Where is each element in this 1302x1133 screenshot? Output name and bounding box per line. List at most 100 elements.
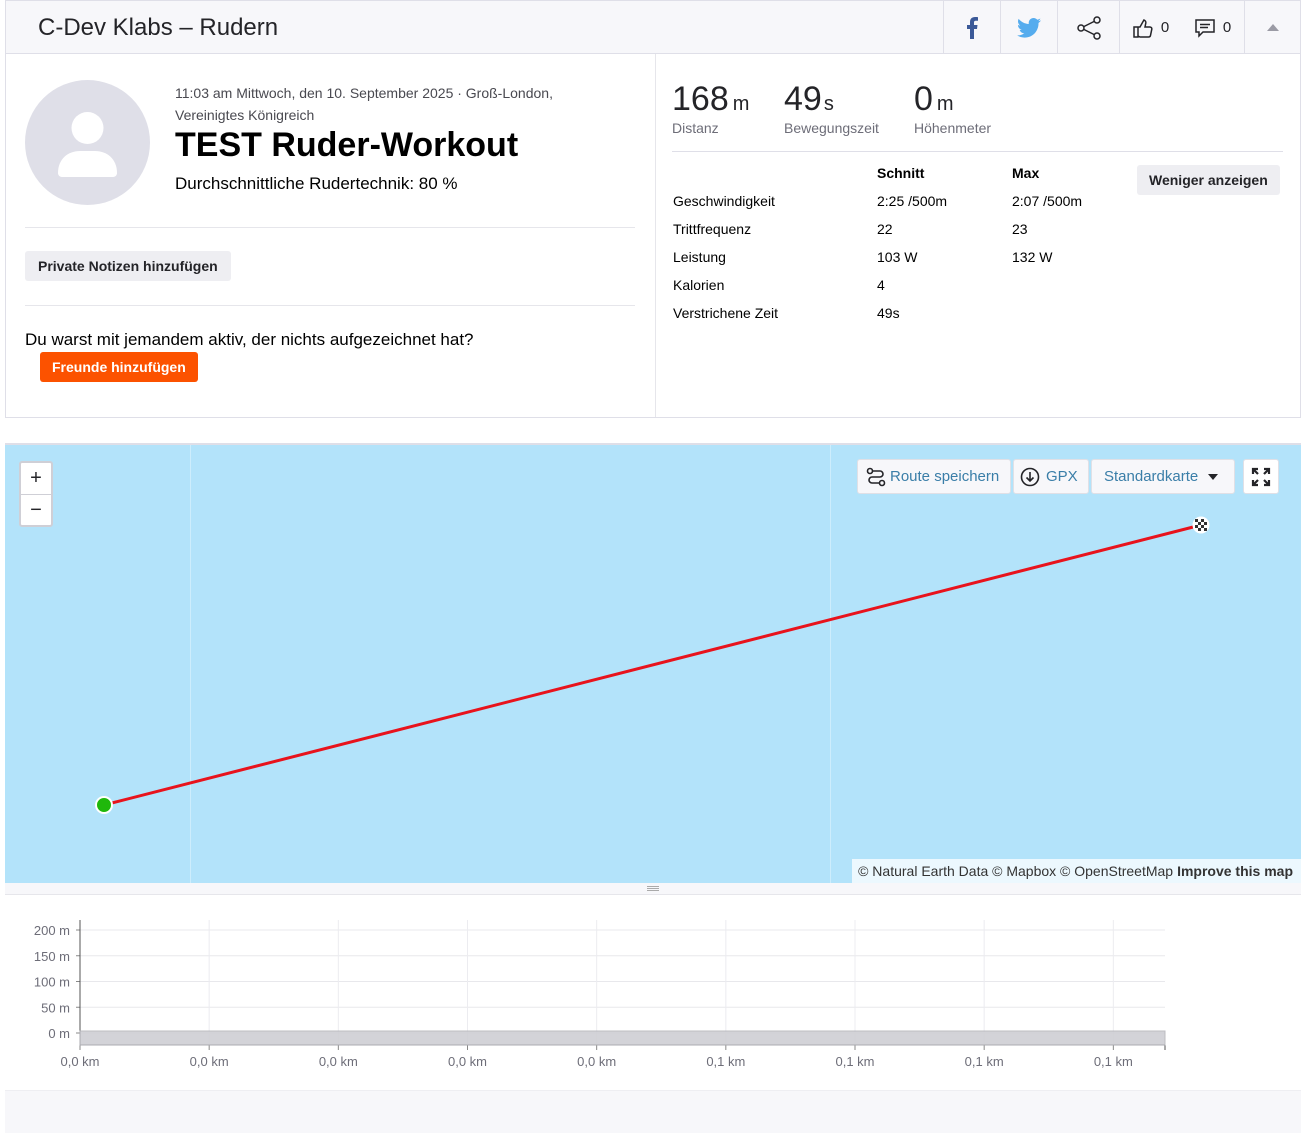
- table-row: Verstrichene Zeit 49s: [672, 305, 1132, 333]
- comments-button[interactable]: 0: [1182, 1, 1244, 54]
- y-tick-label: 150 m: [34, 949, 70, 964]
- x-tick-label: 0,0 km: [60, 1054, 99, 1069]
- x-tick-label: 0,1 km: [965, 1054, 1004, 1069]
- x-tick-label: 0,0 km: [448, 1054, 487, 1069]
- technique-score: Durchschnittliche Rudertechnik: 80 %: [175, 174, 458, 193]
- table-row: Leistung 103 W 132 W: [672, 249, 1132, 277]
- activity-header: C-Dev Klabs – Rudern 0 0: [5, 0, 1301, 54]
- row-label: Leistung: [673, 249, 726, 265]
- y-tick-label: 200 m: [34, 923, 70, 938]
- row-max: 23: [1012, 221, 1028, 237]
- map-type-dropdown[interactable]: Standardkarte: [1091, 459, 1235, 494]
- route-line: [103, 523, 1202, 807]
- row-max: 2:07 /500m: [1012, 193, 1083, 209]
- table-header-row: Schnitt Max: [672, 165, 1132, 193]
- row-max: 132 W: [1012, 249, 1053, 265]
- facebook-icon: [967, 16, 978, 39]
- fullscreen-button[interactable]: [1243, 459, 1279, 494]
- x-tick-label: 0,0 km: [190, 1054, 229, 1069]
- stat-unit: m: [936, 93, 954, 115]
- add-private-notes-button[interactable]: Private Notizen hinzufügen: [25, 251, 231, 281]
- y-tick-label: 0 m: [48, 1026, 70, 1041]
- stat-elevation: 0m Höhenmeter: [914, 80, 991, 136]
- zoom-out-button[interactable]: −: [21, 494, 51, 525]
- row-avg: 22: [877, 221, 893, 237]
- table-row: Trittfrequenz 22 23: [672, 221, 1132, 249]
- user-silhouette-icon: [58, 112, 117, 177]
- footer-strip: [5, 1090, 1301, 1133]
- row-label: Geschwindigkeit: [673, 193, 775, 209]
- stat-label: Höhenmeter: [914, 120, 992, 136]
- activity-meta: 11:03 am Mittwoch, den 10. September 202…: [175, 85, 553, 123]
- finish-marker[interactable]: [1192, 516, 1210, 534]
- show-less-button[interactable]: Weniger anzeigen: [1137, 165, 1280, 195]
- activity-summary: 11:03 am Mittwoch, den 10. September 202…: [5, 54, 1301, 418]
- column-header-avg: Schnitt: [877, 165, 925, 181]
- divider: [25, 227, 635, 228]
- row-label: Verstrichene Zeit: [673, 305, 779, 321]
- activity-title: TEST Ruder-Workout: [175, 126, 519, 164]
- download-icon: [1020, 467, 1040, 486]
- save-route-label: Route speichern: [890, 468, 1000, 485]
- row-avg: 103 W: [877, 249, 918, 265]
- save-route-button[interactable]: Route speichern: [857, 459, 1011, 494]
- more-stats-table: Schnitt Max Geschwindigkeit 2:25 /500m 2…: [672, 165, 1132, 333]
- route-map[interactable]: + − Route speichern GPX Standardkarte © …: [5, 443, 1301, 883]
- divider: [672, 151, 1283, 152]
- comment-icon: [1195, 18, 1215, 38]
- elevation-area: [79, 1030, 1166, 1046]
- table-row: Kalorien 4: [672, 277, 1132, 305]
- avatar[interactable]: [25, 80, 150, 205]
- kudos-button[interactable]: 0: [1119, 1, 1182, 54]
- elevation-chart-svg: 200 m 150 m 100 m 50 m 0 m 0,0 km 0,0 km 0,0 km…: [34, 920, 1166, 1069]
- row-label: Kalorien: [673, 277, 725, 293]
- row-avg: 49s: [877, 305, 900, 321]
- stat-moving-time: 49 s Bewegungszeit: [784, 80, 879, 136]
- map-attribution: © Natural Earth Data © Mapbox © OpenStre…: [852, 859, 1301, 883]
- map-resize-bar[interactable]: [5, 883, 1301, 895]
- attribution-text: © Natural Earth Data © Mapbox © OpenStre…: [858, 863, 1174, 879]
- kudos-count: 0: [1160, 19, 1170, 36]
- x-tick-label: 0,0 km: [319, 1054, 358, 1069]
- divider: [25, 305, 635, 306]
- elevation-chart: 200 m 150 m 100 m 50 m 0 m 0,0 km 0,0 km 0,0 km…: [5, 895, 1301, 1090]
- page-title: C-Dev Klabs – Rudern: [38, 14, 279, 41]
- table-row: Geschwindigkeit 2:25 /500m 2:07 /500m: [672, 193, 1132, 221]
- stat-value: 168: [672, 80, 729, 118]
- panel-divider: [655, 54, 656, 417]
- fullscreen-icon: [1251, 467, 1271, 486]
- y-tick-label: 100 m: [34, 975, 70, 990]
- start-marker[interactable]: [95, 796, 113, 814]
- thumbs-up-icon: [1133, 18, 1153, 38]
- x-tick-label: 0,0 km: [577, 1054, 616, 1069]
- share-twitter-button[interactable]: [1000, 1, 1057, 54]
- improve-map-link[interactable]: Improve this map: [1177, 863, 1293, 879]
- route-layer: [95, 516, 1210, 814]
- route-icon: [866, 467, 886, 486]
- zoom-in-button[interactable]: +: [21, 463, 51, 494]
- row-avg: 2:25 /500m: [877, 193, 948, 209]
- group-activity-question: Du warst mit jemandem aktiv, der nichts …: [25, 330, 474, 349]
- stat-label: Bewegungszeit: [784, 120, 879, 136]
- comment-count: 0: [1222, 19, 1232, 36]
- stat-label: Distanz: [672, 120, 719, 136]
- caret-down-icon: [1208, 473, 1219, 480]
- share-icon: [1076, 15, 1101, 40]
- twitter-icon: [1017, 17, 1041, 38]
- stat-unit: m: [732, 93, 750, 115]
- y-tick-label: 50 m: [41, 1000, 70, 1015]
- add-friends-button[interactable]: Freunde hinzufügen: [40, 352, 198, 382]
- stat-distance: 168 m Distanz: [672, 80, 749, 136]
- row-label: Trittfrequenz: [673, 221, 752, 237]
- column-header-max: Max: [1012, 165, 1040, 181]
- gpx-download-button[interactable]: GPX: [1013, 459, 1089, 494]
- map-type-label: Standardkarte: [1104, 468, 1199, 485]
- x-tick-label: 0,1 km: [835, 1054, 874, 1069]
- drag-handle-icon[interactable]: [647, 886, 659, 891]
- caret-up-icon: [1267, 24, 1279, 31]
- collapse-button[interactable]: [1244, 1, 1301, 54]
- share-facebook-button[interactable]: [943, 1, 1000, 54]
- stat-value: 49: [784, 80, 822, 118]
- share-button[interactable]: [1057, 1, 1119, 54]
- stat-value: 0: [914, 80, 933, 118]
